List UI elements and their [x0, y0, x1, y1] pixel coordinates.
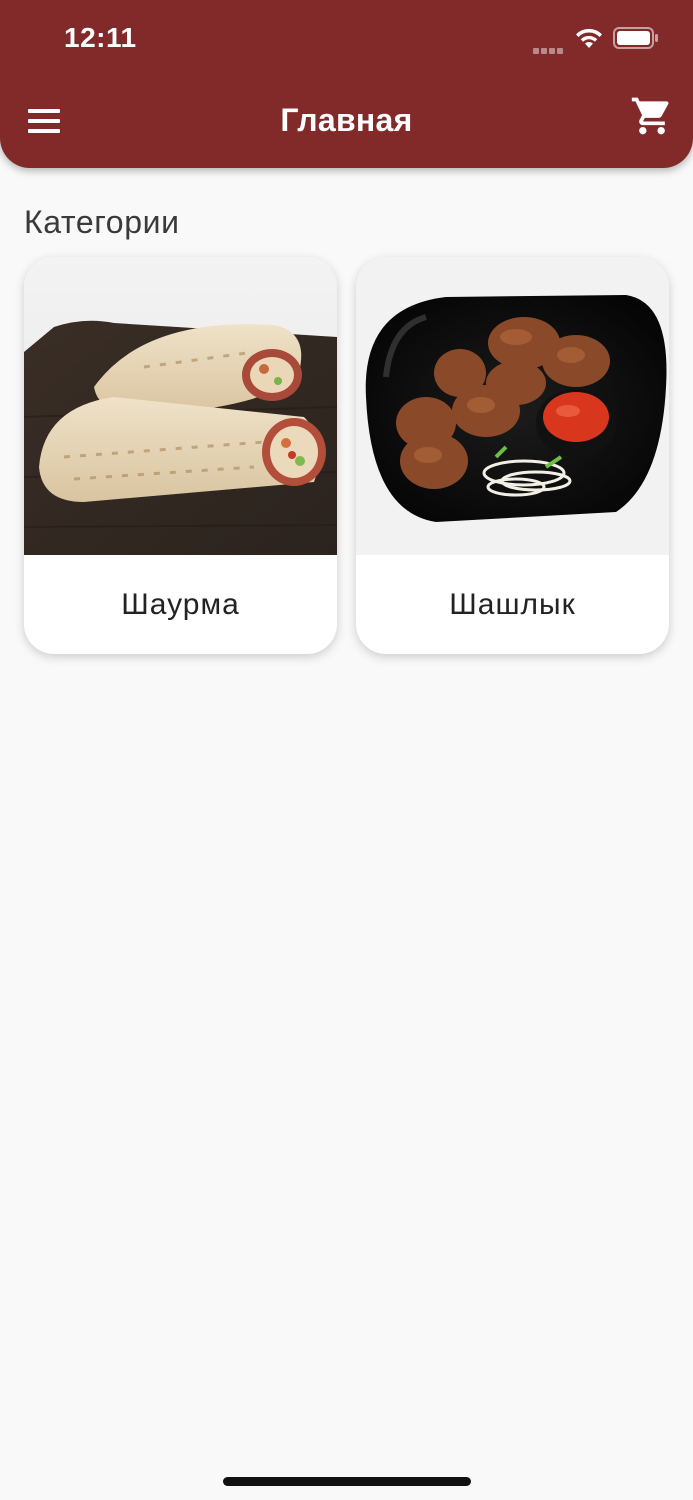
shawarma-image	[24, 257, 337, 555]
section-title: Категории	[24, 204, 180, 240]
shashlik-image	[356, 257, 669, 555]
category-card-shashlik[interactable]: Шашлык	[356, 257, 669, 654]
wifi-icon	[576, 28, 602, 48]
category-card-shawarma[interactable]: Шаурма	[24, 257, 337, 654]
home-indicator	[223, 1477, 471, 1486]
cart-button[interactable]	[629, 94, 675, 138]
cart-icon	[631, 97, 669, 135]
category-label: Шаурма	[121, 587, 240, 621]
status-time: 12:11	[64, 22, 137, 53]
category-label: Шашлык	[449, 587, 576, 621]
cellular-signal-icon	[533, 41, 565, 59]
page-title: Главная	[280, 102, 413, 138]
screen: 12:11 Главная Категории Шаурма Шашлык	[0, 0, 693, 1500]
app-bar: 12:11 Главная	[0, 0, 693, 168]
battery-icon	[613, 27, 658, 49]
